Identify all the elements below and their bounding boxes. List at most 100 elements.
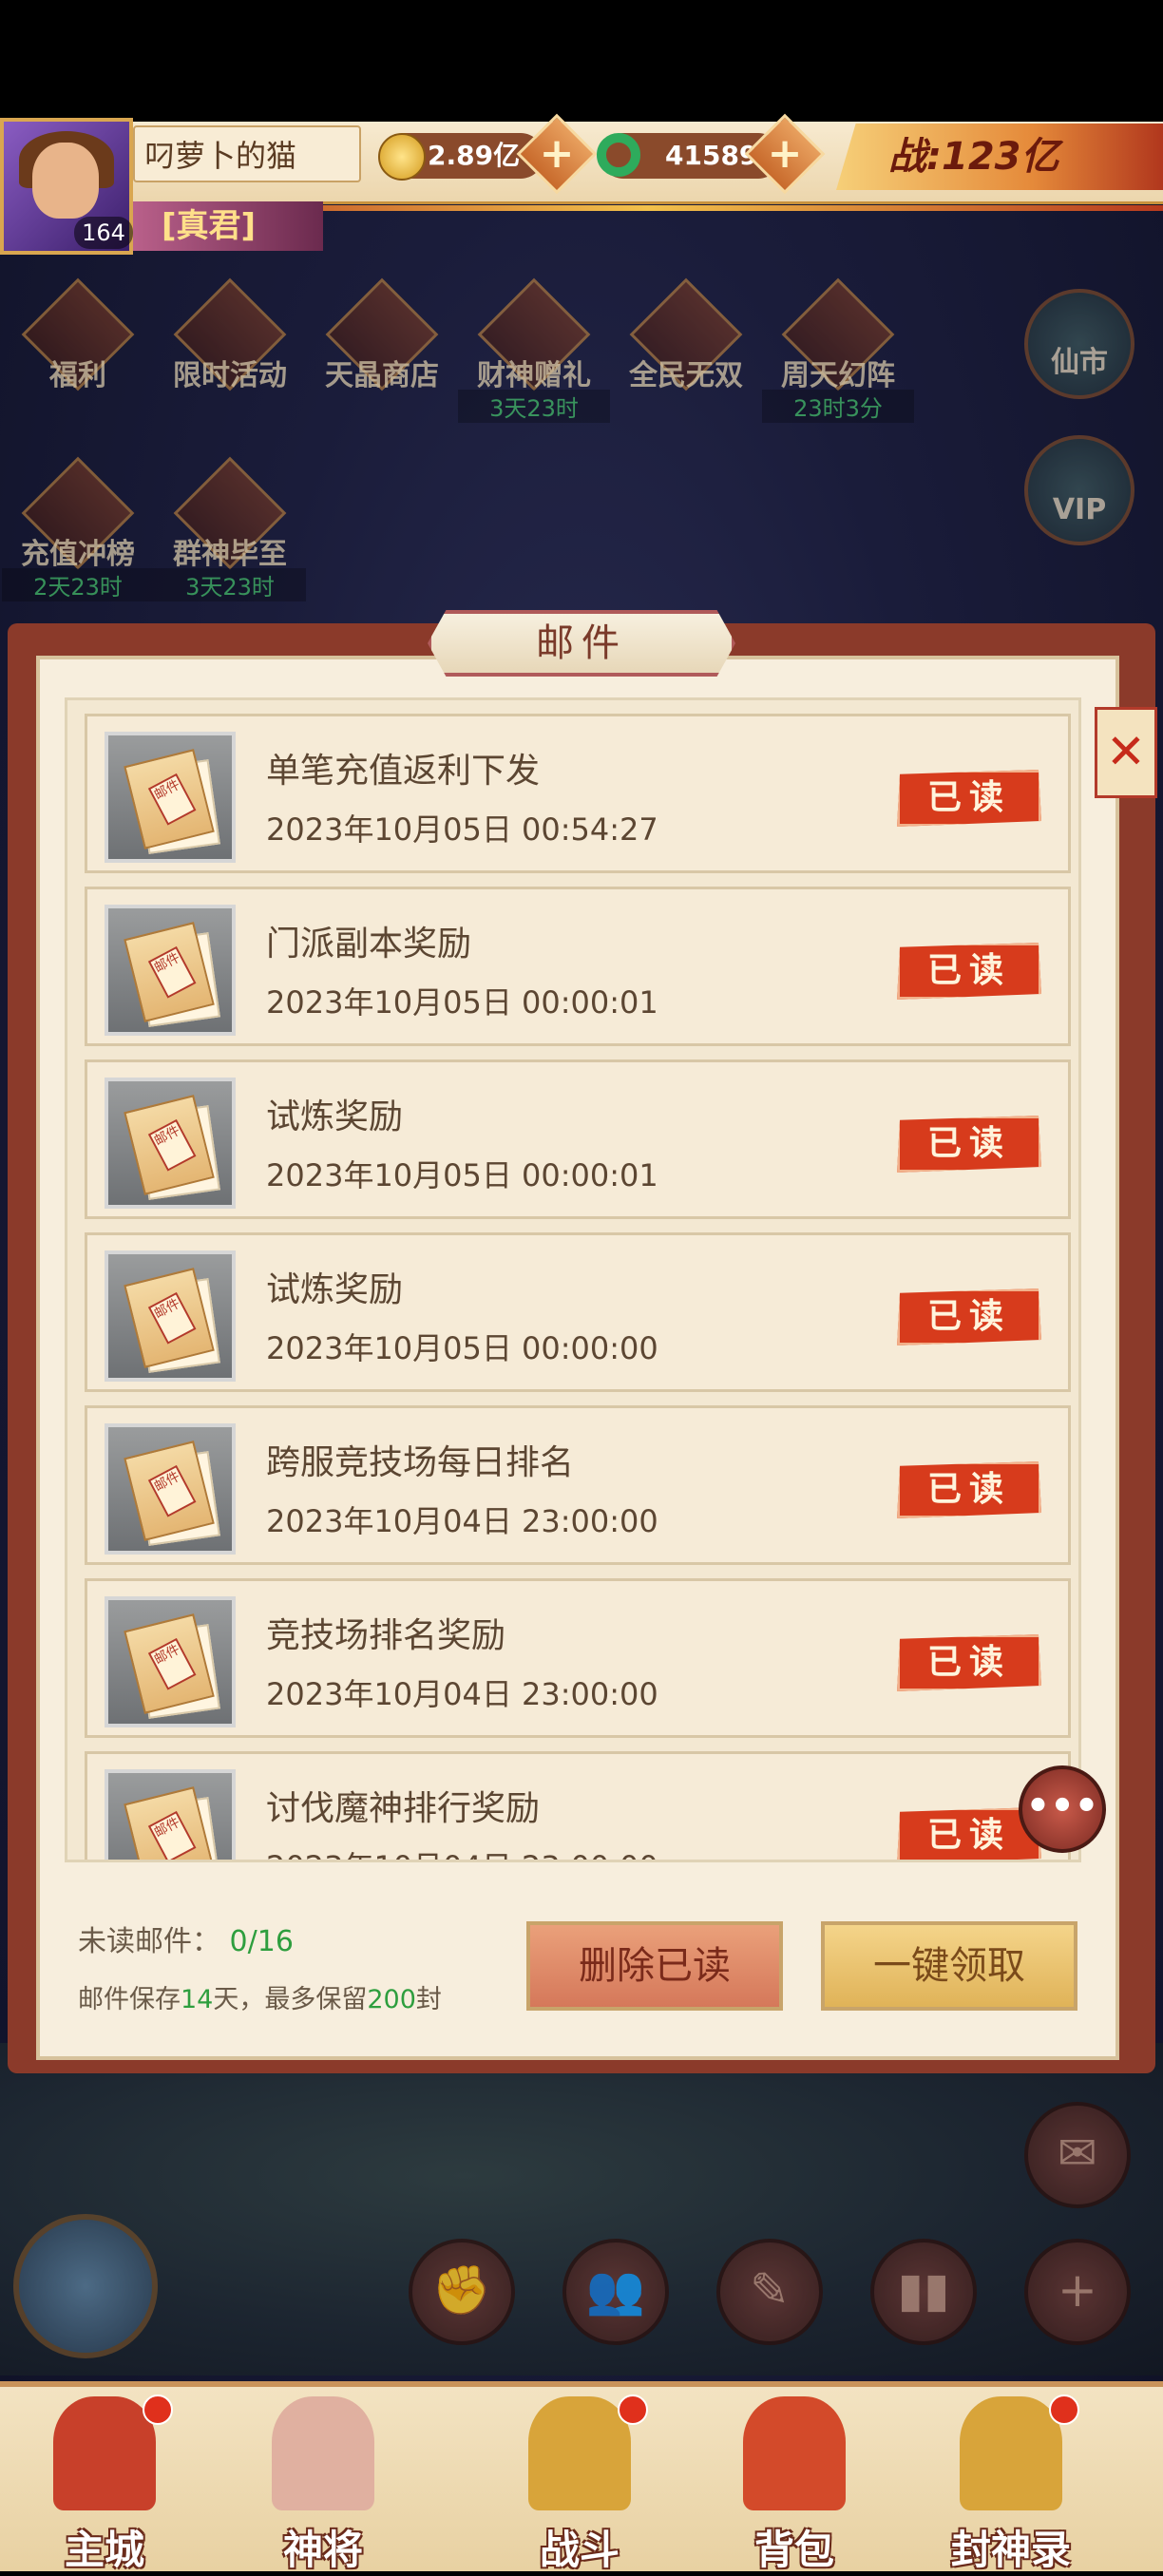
jade-icon [597, 133, 640, 177]
expand-plus-icon[interactable]: + [1024, 2239, 1131, 2345]
mail-title: 试炼奖励 [266, 1270, 404, 1309]
mail-envelope-icon: 邮件 [105, 1596, 236, 1727]
mail-date: 2023年10月05日 00:00:01 [266, 984, 658, 1021]
mail-item[interactable]: 邮件 讨伐魔神排行奖励 2023年10月04日 23:00:00 已读 [85, 1751, 1071, 1860]
activity-welfare[interactable]: 福利 [21, 277, 135, 399]
fist-icon[interactable]: ✊ [409, 2239, 515, 2345]
rank-title: [真君] [133, 201, 323, 251]
crossed-swords-icon [528, 2396, 631, 2510]
unread-value: 0/16 [229, 1925, 294, 1958]
activity-label: 天晶商店 [325, 359, 439, 392]
mail-envelope-icon: 邮件 [105, 732, 236, 863]
mail-dialog-title: 邮件 [428, 610, 735, 677]
nav-battle[interactable]: 战斗 [494, 2385, 665, 2573]
notification-dot [1049, 2395, 1079, 2425]
mail-envelope-icon: 邮件 [105, 1250, 236, 1382]
quest-icon[interactable]: ✎ [716, 2239, 823, 2345]
mail-envelope-icon[interactable]: ✉ [1024, 2102, 1131, 2208]
main-city-icon [53, 2396, 156, 2510]
generals-icon [272, 2396, 374, 2510]
mail-title: 跨服竞技场每日排名 [266, 1443, 575, 1482]
activity-crystal-shop[interactable]: 天晶商店 [325, 277, 439, 399]
mail-envelope-icon: 邮件 [105, 1769, 236, 1860]
nav-label: 主城 [64, 2527, 144, 2573]
unread-count: 未读邮件： 0/16 [78, 1918, 294, 1959]
plus-icon: + [539, 129, 575, 178]
activity-recharge-rank[interactable]: 充值冲榜 2天23时 [2, 456, 154, 601]
mail-item[interactable]: 邮件 跨服竞技场每日排名 2023年10月04日 23:00:00 已读 [85, 1405, 1071, 1565]
mail-date: 2023年10月04日 23:00:00 [266, 1843, 658, 1860]
player-name: 叼萝卜的猫 [133, 125, 361, 182]
nav-fengshen-records[interactable]: 封神录 [925, 2385, 1096, 2573]
read-status-badge: 已读 [897, 1116, 1041, 1173]
chat-button[interactable]: ••• [1019, 1765, 1106, 1853]
activity-timer: 23时3分 [762, 390, 914, 423]
nav-label: 神将 [282, 2527, 363, 2573]
activity-label: 群神毕至 [173, 538, 287, 571]
gold-coin-icon [378, 133, 426, 181]
retention-max: 200 [367, 1985, 416, 2014]
combat-power: 战:123亿 [836, 124, 1163, 190]
mail-item[interactable]: 邮件 试炼奖励 2023年10月05日 00:00:01 已读 [85, 1059, 1071, 1219]
mail-envelope-icon: 邮件 [105, 905, 236, 1036]
delete-read-button[interactable]: 删除已读 [526, 1921, 783, 2011]
mail-item[interactable]: 邮件 门派副本奖励 2023年10月05日 00:00:01 已读 [85, 887, 1071, 1046]
activity-label: 福利 [49, 359, 106, 392]
backpack-icon [743, 2396, 846, 2510]
read-status-badge: 已读 [897, 1288, 1041, 1345]
activity-label: 充值冲榜 [21, 538, 135, 571]
nav-main-city[interactable]: 主城 [19, 2385, 190, 2573]
retention-mid: 天，最多保留 [213, 1985, 368, 2014]
vip-button[interactable]: VIP [1024, 435, 1134, 545]
mail-item[interactable]: 邮件 单笔充值返利下发 2023年10月05日 00:54:27 已读 [85, 714, 1071, 873]
claim-all-button[interactable]: 一键领取 [821, 1921, 1077, 2011]
read-status-badge: 已读 [897, 1634, 1041, 1691]
ranking-icon[interactable]: ▮▮ [870, 2239, 977, 2345]
mail-date: 2023年10月05日 00:00:01 [266, 1157, 658, 1193]
retention-days: 14 [181, 1985, 214, 2014]
nav-label: 背包 [753, 2527, 834, 2573]
mail-title: 单笔充值返利下发 [266, 752, 541, 791]
mail-title: 试炼奖励 [266, 1097, 404, 1136]
read-status-badge: 已读 [897, 770, 1041, 827]
activity-illusion-array[interactable]: 周天幻阵 23时3分 [762, 277, 914, 423]
activity-label: 财神赠礼 [477, 359, 591, 392]
retention-suffix: 封 [415, 1985, 442, 2014]
mail-list[interactable]: 邮件 单笔充值返利下发 2023年10月05日 00:54:27 已读 邮件 门… [65, 697, 1081, 1862]
friends-icon[interactable]: 👥 [562, 2239, 669, 2345]
notification-dot [143, 2395, 173, 2425]
nav-backpack[interactable]: 背包 [709, 2385, 880, 2573]
nav-generals[interactable]: 神将 [238, 2385, 409, 2573]
mail-title: 讨伐魔神排行奖励 [266, 1789, 541, 1828]
avatar-face [32, 143, 99, 219]
unread-label: 未读邮件： [78, 1925, 220, 1958]
mail-envelope-icon: 邮件 [105, 1078, 236, 1209]
activity-gods-gather[interactable]: 群神毕至 3天23时 [154, 456, 306, 601]
market-button[interactable]: 仙市 [1024, 289, 1134, 399]
activity-label: 周天幻阵 [781, 359, 895, 392]
activity-fortune-gift[interactable]: 财神赠礼 3天23时 [458, 277, 610, 423]
hero-portrait[interactable] [13, 2214, 158, 2358]
vip-label: VIP [1052, 493, 1107, 526]
activity-label: 全民无双 [629, 359, 743, 392]
mail-title: 竞技场排名奖励 [266, 1616, 506, 1655]
market-label: 仙市 [1051, 346, 1108, 379]
mail-envelope-icon: 邮件 [105, 1423, 236, 1555]
read-status-badge: 已读 [897, 943, 1041, 1000]
mail-item[interactable]: 邮件 试炼奖励 2023年10月05日 00:00:00 已读 [85, 1232, 1071, 1392]
records-icon [960, 2396, 1062, 2510]
nav-label: 战斗 [539, 2527, 620, 2573]
activity-timer: 3天23时 [458, 390, 610, 423]
mail-retention-note: 邮件保存14天，最多保留200封 [78, 1978, 442, 2015]
retention-prefix: 邮件保存 [78, 1985, 181, 2014]
plus-icon: + [767, 129, 803, 178]
mail-item[interactable]: 邮件 竞技场排名奖励 2023年10月04日 23:00:00 已读 [85, 1578, 1071, 1738]
mail-title: 门派副本奖励 [266, 925, 472, 964]
mail-date: 2023年10月05日 00:54:27 [266, 811, 658, 848]
activity-timer: 3天23时 [154, 568, 306, 601]
read-status-badge: 已读 [897, 1461, 1041, 1518]
activity-all-people[interactable]: 全民无双 [629, 277, 743, 399]
mail-date: 2023年10月04日 23:00:00 [266, 1503, 658, 1539]
close-button[interactable]: ✕ [1095, 707, 1157, 798]
activity-limited-event[interactable]: 限时活动 [173, 277, 287, 399]
